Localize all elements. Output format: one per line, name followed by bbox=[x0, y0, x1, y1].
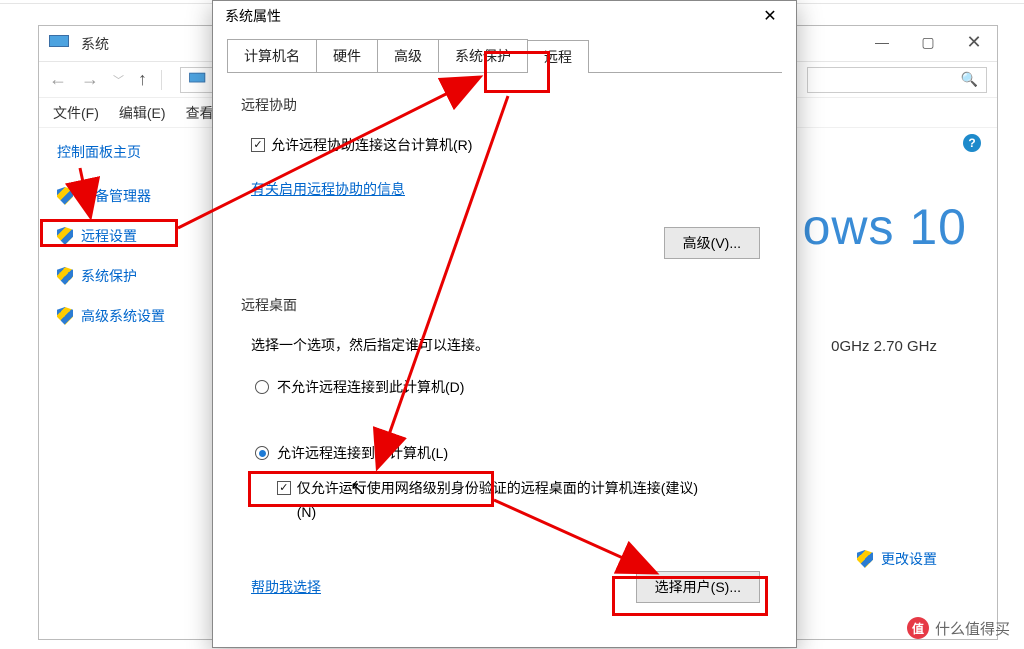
menu-file[interactable]: 文件(F) bbox=[53, 103, 99, 123]
search-icon: 🔍 bbox=[961, 71, 978, 88]
dialog-close-button[interactable]: ✕ bbox=[752, 5, 788, 27]
search-input[interactable]: 🔍 bbox=[807, 67, 987, 93]
sidebar-item-label: 远程设置 bbox=[81, 226, 137, 246]
shield-icon bbox=[57, 227, 73, 245]
select-users-button[interactable]: 选择用户(S)... bbox=[636, 571, 760, 603]
sidebar-item-advanced-settings[interactable]: 高级系统设置 bbox=[57, 306, 209, 326]
checkbox-label: 仅允许运行使用网络级别身份验证的远程桌面的计算机连接(建议)(N) bbox=[297, 477, 707, 525]
shield-icon bbox=[57, 267, 73, 285]
radio-label: 允许远程连接到此计算机(L) bbox=[277, 443, 448, 463]
dialog-tabs: 计算机名 硬件 高级 系统保护 远程 bbox=[227, 39, 782, 73]
group-remote-desktop: 远程桌面 bbox=[241, 295, 768, 315]
remote-tab-body: 远程协助 允许远程协助连接这台计算机(R) 有关启用远程协助的信息 高级(V).… bbox=[213, 73, 796, 619]
tab-computer-name[interactable]: 计算机名 bbox=[227, 39, 317, 72]
checkbox-label: 允许远程协助连接这台计算机(R) bbox=[271, 135, 472, 155]
sidebar: 控制面板主页 设备管理器 远程设置 系统保护 高级系统设置 bbox=[39, 128, 209, 639]
shield-icon bbox=[57, 187, 73, 205]
allow-remote-assist-checkbox[interactable]: 允许远程协助连接这台计算机(R) bbox=[251, 135, 768, 155]
tab-system-protection[interactable]: 系统保护 bbox=[438, 39, 528, 72]
radio-disallow-remote[interactable]: 不允许远程连接到此计算机(D) bbox=[255, 377, 768, 397]
help-me-choose-link[interactable]: 帮助我选择 bbox=[251, 577, 321, 597]
menu-edit[interactable]: 编辑(E) bbox=[119, 103, 166, 123]
shield-icon bbox=[857, 550, 873, 568]
remote-desktop-prompt: 选择一个选项，然后指定谁可以连接。 bbox=[251, 335, 768, 355]
remote-assist-advanced-button[interactable]: 高级(V)... bbox=[664, 227, 760, 259]
remote-assist-info-link[interactable]: 有关启用远程协助的信息 bbox=[251, 181, 405, 197]
radio-label: 不允许远程连接到此计算机(D) bbox=[277, 377, 464, 397]
cpu-spec-fragment: 0GHz 2.70 GHz bbox=[831, 338, 937, 355]
sidebar-item-remote-settings[interactable]: 远程设置 bbox=[57, 226, 209, 246]
sidebar-item-label: 高级系统设置 bbox=[81, 306, 165, 326]
radio-icon bbox=[255, 446, 269, 460]
radio-allow-remote[interactable]: 允许远程连接到此计算机(L) bbox=[255, 443, 768, 463]
watermark-logo-icon: 值 bbox=[907, 617, 929, 639]
tab-remote[interactable]: 远程 bbox=[527, 40, 589, 73]
system-title: 系统 bbox=[81, 34, 109, 54]
close-button[interactable]: ✕ bbox=[951, 26, 997, 58]
up-arrow-icon[interactable]: ↑ bbox=[138, 69, 147, 90]
sidebar-item-label: 设备管理器 bbox=[81, 186, 151, 206]
sidebar-item-label: 系统保护 bbox=[81, 266, 137, 286]
change-settings-label: 更改设置 bbox=[881, 549, 937, 569]
dialog-titlebar: 系统属性 ✕ bbox=[213, 1, 796, 31]
nla-checkbox[interactable]: 仅允许运行使用网络级别身份验证的远程桌面的计算机连接(建议)(N) bbox=[277, 477, 707, 525]
computer-icon bbox=[189, 72, 207, 86]
checkbox-icon bbox=[277, 481, 291, 495]
sidebar-item-system-protection[interactable]: 系统保护 bbox=[57, 266, 209, 286]
maximize-button[interactable]: ▢ bbox=[905, 26, 951, 58]
shield-icon bbox=[57, 307, 73, 325]
forward-arrow-icon[interactable]: → bbox=[81, 69, 99, 90]
menu-view[interactable]: 查看 bbox=[186, 103, 214, 123]
control-panel-home-link[interactable]: 控制面板主页 bbox=[57, 142, 209, 162]
minimize-button[interactable]: — bbox=[859, 26, 905, 58]
radio-icon bbox=[255, 380, 269, 394]
system-properties-dialog: 系统属性 ✕ 计算机名 硬件 高级 系统保护 远程 远程协助 允许远程协助连接这… bbox=[212, 0, 797, 648]
os-brand-fragment: ows 10 bbox=[803, 198, 967, 256]
sidebar-item-device-manager[interactable]: 设备管理器 bbox=[57, 186, 209, 206]
history-dropdown-icon[interactable]: ﹀ bbox=[113, 72, 124, 88]
checkbox-icon bbox=[251, 138, 265, 152]
change-settings-link[interactable]: 更改设置 bbox=[857, 549, 937, 569]
back-arrow-icon[interactable]: ← bbox=[49, 69, 67, 90]
group-remote-assist: 远程协助 bbox=[241, 95, 768, 115]
tab-hardware[interactable]: 硬件 bbox=[316, 39, 378, 72]
tab-advanced[interactable]: 高级 bbox=[377, 39, 439, 72]
dialog-title: 系统属性 bbox=[225, 6, 281, 26]
watermark: 值 什么值得买 bbox=[907, 617, 1010, 639]
watermark-text: 什么值得买 bbox=[935, 618, 1010, 639]
computer-icon bbox=[49, 35, 71, 53]
